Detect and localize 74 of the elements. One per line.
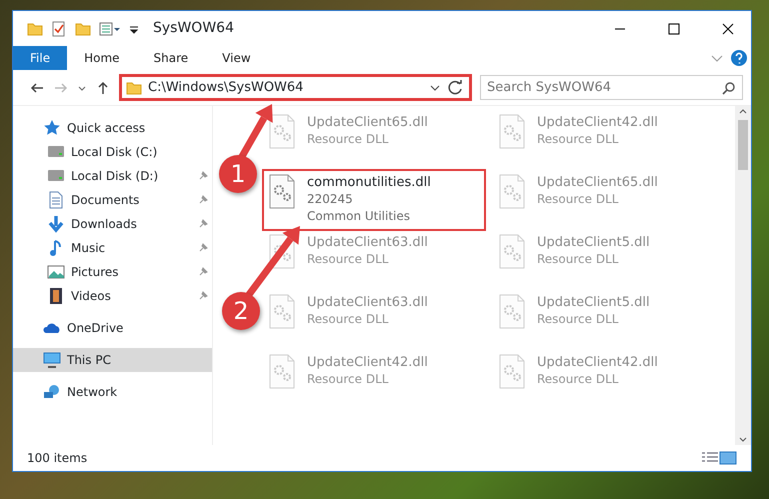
sidebar-item[interactable]: Network xyxy=(13,380,212,404)
sidebar-item[interactable]: Pictures xyxy=(13,260,212,284)
file-name: UpdateClient42.dll xyxy=(537,114,658,131)
file-name: UpdateClient42.dll xyxy=(537,354,658,371)
file-gear-icon xyxy=(497,294,527,330)
ribbon-tab[interactable]: View xyxy=(205,46,268,70)
search-field[interactable]: Search SysWOW64 xyxy=(480,75,743,100)
file-type: Resource DLL xyxy=(537,131,620,148)
ribbon-tab[interactable]: File xyxy=(13,46,68,70)
file-gear-icon xyxy=(497,234,527,270)
file-type: Resource DLL xyxy=(537,371,620,388)
item-count: 100 items xyxy=(27,450,88,467)
file-gear-icon xyxy=(497,354,527,390)
sidebar-item[interactable]: Quick access xyxy=(13,116,212,140)
file-name: UpdateClient5.dll xyxy=(537,294,650,311)
scrollbar-thumb[interactable] xyxy=(738,120,748,170)
file-type: Common Utilities xyxy=(307,208,412,225)
file-name: UpdateClient42.dll xyxy=(307,354,428,371)
file-gear-icon xyxy=(267,354,297,390)
monitor-icon xyxy=(43,351,61,369)
star-icon xyxy=(43,119,61,137)
ribbon-tab[interactable]: Share xyxy=(136,46,206,70)
view-options-icon[interactable] xyxy=(99,20,121,36)
file-type: Resource DLL xyxy=(537,191,620,208)
file-version: 220245 xyxy=(307,191,354,208)
ribbon-tab[interactable]: Home xyxy=(67,46,137,70)
folder-icon xyxy=(126,80,142,96)
document-icon xyxy=(47,191,65,209)
file-type: Resource DLL xyxy=(537,251,620,268)
properties-icon[interactable] xyxy=(51,20,67,36)
file-gear-icon xyxy=(497,174,527,210)
file-name: UpdateClient65.dll xyxy=(307,114,428,131)
file-name: commonutilities.dll xyxy=(307,174,431,191)
download-arrow-icon xyxy=(47,215,65,233)
file-gear-icon xyxy=(267,174,297,210)
sidebar-item[interactable]: Documents xyxy=(13,188,212,212)
sidebar-item[interactable]: Downloads xyxy=(13,212,212,236)
scrollbar[interactable] xyxy=(735,106,751,445)
picture-icon xyxy=(47,263,65,281)
file-type: Resource DLL xyxy=(307,311,390,328)
sidebar-item[interactable]: Local Disk (D:) xyxy=(13,164,212,188)
sidebar-item[interactable]: OneDrive xyxy=(13,316,212,340)
file-name: UpdateClient63.dll xyxy=(307,234,428,251)
file-gear-icon xyxy=(267,294,297,330)
film-icon xyxy=(47,287,65,305)
pin-icon[interactable] xyxy=(197,170,209,182)
large-icons-view-icon[interactable] xyxy=(719,451,737,465)
pin-icon[interactable] xyxy=(197,290,209,302)
file-item[interactable]: commonutilities.dll 220245 Common Utilities xyxy=(263,170,485,230)
pin-icon[interactable] xyxy=(197,266,209,278)
file-gear-icon xyxy=(267,234,297,270)
pin-icon[interactable] xyxy=(197,194,209,206)
file-name: UpdateClient63.dll xyxy=(307,294,428,311)
file-name: UpdateClient65.dll xyxy=(537,174,658,191)
file-gear-icon xyxy=(497,114,527,150)
search-icon[interactable] xyxy=(722,81,736,95)
file-type: Resource DLL xyxy=(307,371,390,388)
refresh-icon[interactable] xyxy=(447,78,465,96)
new-folder-icon[interactable] xyxy=(75,20,91,36)
pin-icon[interactable] xyxy=(197,218,209,230)
sidebar-item[interactable]: Videos xyxy=(13,284,212,308)
network-icon xyxy=(43,383,61,401)
file-type: Resource DLL xyxy=(537,311,620,328)
window-title: SysWOW64 xyxy=(153,19,234,38)
file-gear-icon xyxy=(267,114,297,150)
address-field[interactable]: C:\Windows\SysWOW64 xyxy=(119,74,472,101)
sidebar-item[interactable]: Local Disk (C:) xyxy=(13,140,212,164)
pin-icon[interactable] xyxy=(197,242,209,254)
file-type: Resource DLL xyxy=(307,131,390,148)
sidebar-item[interactable]: Music xyxy=(13,236,212,260)
file-type: Resource DLL xyxy=(307,251,390,268)
folder-icon[interactable] xyxy=(27,20,43,36)
file-name: UpdateClient5.dll xyxy=(537,234,650,251)
sidebar-item[interactable]: This PC xyxy=(13,348,212,372)
